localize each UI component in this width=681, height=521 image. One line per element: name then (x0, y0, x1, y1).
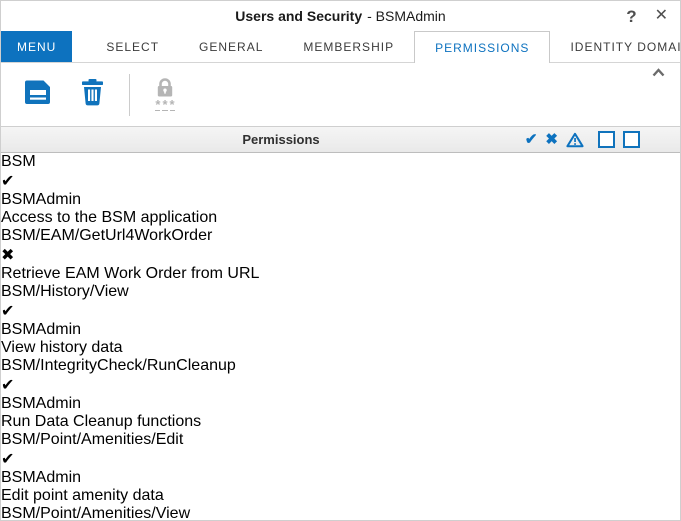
permission-user: BSMAdmin (1, 191, 82, 208)
collapse-toolbar-button[interactable] (651, 65, 666, 83)
permission-name-cell: BSM/History/View (1, 283, 680, 301)
window-title: Users and Security - BSMAdmin (235, 8, 445, 24)
permission-name-cell: BSM/Point/Amenities/View (1, 505, 680, 521)
window-title-suffix: - BSMAdmin (367, 8, 446, 24)
tab-membership[interactable]: MEMBERSHIP (283, 31, 414, 62)
tab-general[interactable]: GENERAL (179, 31, 283, 62)
titlebar: Users and Security - BSMAdmin ? ✕ (1, 1, 680, 31)
delete-button[interactable] (71, 72, 113, 118)
permission-description: Retrieve EAM Work Order from URL (1, 265, 260, 282)
table-row[interactable]: BSM/EAM/GetUrl4WorkOrder ✖ Retrieve EAM Wo… (1, 227, 680, 283)
granted-check-icon: ✔ (1, 377, 15, 394)
permission-user: BSMAdmin (1, 469, 82, 486)
permission-name: BSM/Point/Amenities/View (1, 505, 191, 521)
tab-bar: MENU SELECT GENERAL MEMBERSHIP PERMISSIONS ID… (1, 31, 680, 63)
granted-check-icon: ✔ (1, 173, 15, 190)
permission-name: BSM/EAM/GetUrl4WorkOrder (1, 227, 213, 244)
table-row[interactable]: BSM/Point/Amenities/View✔BSMAdminView po… (1, 505, 680, 521)
chevron-up-icon (651, 65, 666, 82)
permission-name: BSM (1, 153, 36, 170)
warning-icon[interactable] (566, 132, 584, 148)
tab-identity-domains[interactable]: IDENTITY DOMAINS (550, 31, 680, 62)
users-and-security-window: Users and Security - BSMAdmin ? ✕ MENU SEL… (0, 0, 681, 521)
deselect-all-checkbox-icon[interactable] (623, 131, 640, 148)
tab-select[interactable]: SELECT (86, 31, 179, 62)
table-row[interactable]: BSM ✔ BSMAdmin Access to the BSM applicatio… (1, 153, 680, 227)
permission-description: Run Data Cleanup functions (1, 413, 202, 430)
permission-name-cell: BSM/IntegrityCheck/RunCleanup (1, 357, 680, 375)
permission-status-cell: ✔ (1, 301, 680, 321)
panel-actions: ✔ ✖ (525, 131, 640, 148)
permission-status-cell: ✔ (1, 171, 680, 191)
permissions-rows: BSM ✔ BSMAdmin Access to the BSM applicatio… (1, 153, 680, 521)
password-stars: * * * (155, 97, 175, 112)
table-row[interactable]: BSM/IntegrityCheck/RunCleanup ✔ BSMAdmin Ru… (1, 357, 680, 431)
permission-name: BSM/Point/Amenities/Edit (1, 431, 184, 448)
trash-icon (80, 78, 105, 111)
permission-status-cell: ✔ (1, 449, 680, 469)
permission-description: Edit point amenity data (1, 487, 164, 504)
permission-name-cell: BSM (1, 153, 680, 171)
permission-description: Access to the BSM application (1, 209, 218, 226)
table-row[interactable]: BSM/Point/Amenities/Edit ✔ BSMAdmin Edit po… (1, 431, 680, 505)
permission-status-cell: ✔ (1, 375, 680, 395)
permissions-table: BSM ✔ BSMAdmin Access to the BSM applicatio… (1, 153, 680, 521)
save-icon (24, 79, 52, 110)
check-icon[interactable]: ✔ (525, 132, 538, 147)
permission-name: BSM/History/View (1, 283, 129, 300)
select-all-checkbox-icon[interactable] (598, 131, 615, 148)
close-button[interactable]: ✕ (655, 8, 668, 24)
denied-cross-icon: ✖ (1, 247, 15, 264)
window-controls: ? ✕ (626, 1, 668, 31)
permission-name-cell: BSM/EAM/GetUrl4WorkOrder (1, 227, 680, 245)
change-password-button[interactable]: * * * (144, 72, 186, 118)
panel-title: Permissions (242, 132, 320, 147)
granted-check-icon: ✔ (1, 451, 15, 468)
granted-check-icon: ✔ (1, 303, 15, 320)
table-row[interactable]: BSM/History/View ✔ BSMAdmin View history da… (1, 283, 680, 357)
permission-status-cell: ✖ (1, 245, 680, 265)
cross-icon[interactable]: ✖ (545, 132, 558, 147)
tab-menu[interactable]: MENU (1, 31, 73, 62)
permissions-panel-header: Permissions ✔ ✖ (1, 126, 680, 153)
toolbar-divider (129, 73, 130, 116)
permission-description: View history data (1, 339, 123, 356)
tab-permissions[interactable]: PERMISSIONS (414, 31, 551, 63)
help-button[interactable]: ? (626, 8, 636, 25)
save-button[interactable] (17, 72, 59, 118)
permission-user: BSMAdmin (1, 321, 82, 338)
permission-name-cell: BSM/Point/Amenities/Edit (1, 431, 680, 449)
permission-user: BSMAdmin (1, 395, 82, 412)
toolbar: * * * (1, 63, 680, 126)
window-title-main: Users and Security (235, 8, 363, 24)
permission-name: BSM/IntegrityCheck/RunCleanup (1, 357, 236, 374)
